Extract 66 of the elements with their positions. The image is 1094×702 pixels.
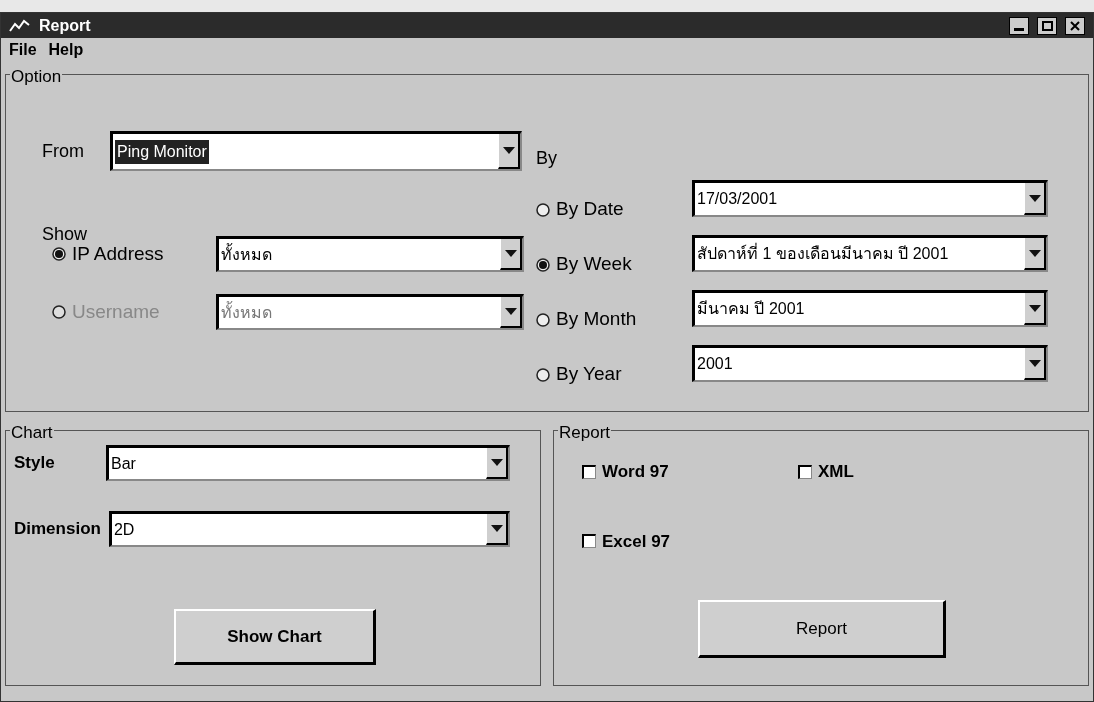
radio-button[interactable]: [536, 312, 550, 327]
close-icon: [1070, 20, 1080, 31]
caret-icon: [1028, 359, 1041, 367]
dropdown-field[interactable]: มีนาคม ปี 2001: [692, 290, 1048, 327]
dropdown-field[interactable]: Bar: [106, 445, 510, 481]
dropdown-field[interactable]: 2D: [108, 511, 510, 547]
close-button[interactable]: [1065, 16, 1085, 35]
radio-label[interactable]: By Year: [536, 338, 692, 389]
caret-icon: [1028, 249, 1041, 257]
radio-button[interactable]: [536, 367, 550, 382]
dropdown-field[interactable]: Ping Monitor: [110, 131, 522, 171]
dropdown-value: 2001: [697, 354, 733, 374]
caret-icon: [504, 250, 517, 257]
dropdown-field[interactable]: สัปดาห์ที่ 1 ของเดือนมีนาคม ปี 2001: [692, 235, 1048, 272]
radio-label[interactable]: By Date: [536, 173, 692, 224]
minimize-icon: [1014, 27, 1024, 31]
dropdown-button[interactable]: [1024, 348, 1046, 380]
dropdown-button[interactable]: [500, 297, 522, 328]
dropdown-value: Bar: [111, 453, 136, 474]
menu-item[interactable]: File: [9, 38, 37, 62]
checkbox[interactable]: [582, 464, 596, 479]
caret-icon: [502, 147, 515, 154]
from-label: From: [42, 139, 85, 163]
dropdown-field[interactable]: 17/03/2001: [692, 180, 1048, 217]
dropdown-value: ทั้งหมด: [221, 242, 272, 265]
dropdown-button[interactable]: [500, 239, 522, 270]
checkbox-label[interactable]: Excel 97: [582, 528, 798, 554]
checkbox-label[interactable]: XML: [798, 459, 998, 485]
dropdown-button[interactable]: [1024, 238, 1046, 270]
radio-label[interactable]: By Month: [536, 283, 692, 334]
dropdown-button[interactable]: [486, 514, 508, 545]
checkbox-label[interactable]: Word 97: [582, 459, 798, 485]
radio-label[interactable]: By Week: [536, 228, 692, 279]
dropdown-field[interactable]: ทั้งหมด: [216, 236, 524, 272]
field-label: Style: [14, 452, 56, 475]
window-title: Report: [39, 15, 91, 36]
caret-icon: [504, 308, 517, 315]
caret-icon: [1028, 194, 1041, 202]
caret-icon: [1028, 304, 1041, 312]
by-label: By: [536, 147, 558, 170]
chart-line-icon: [9, 18, 31, 33]
radio-button[interactable]: [536, 257, 550, 272]
dropdown-field[interactable]: 2001: [692, 345, 1048, 382]
maximize-icon: [1041, 20, 1053, 31]
dropdown-value: ทั้งหมด: [221, 300, 272, 323]
dropdown-value: Ping Monitor: [115, 139, 209, 164]
radio-button[interactable]: [536, 202, 550, 217]
dropdown-button[interactable]: [486, 448, 508, 479]
minimize-button[interactable]: [1009, 16, 1029, 35]
checkbox[interactable]: [798, 464, 812, 479]
dropdown-value: 2D: [113, 519, 135, 540]
dropdown-value: 17/03/2001: [697, 189, 778, 209]
dropdown-button[interactable]: [1024, 183, 1046, 215]
dropdown-value: มีนาคม ปี 2001: [697, 299, 805, 319]
dropdown-button[interactable]: [498, 134, 520, 169]
menu-item[interactable]: Help: [48, 38, 84, 62]
report-button[interactable]: Report: [698, 600, 946, 658]
caret-icon: [490, 525, 503, 532]
checkbox[interactable]: [582, 534, 596, 549]
field-label: Dimension: [14, 518, 101, 541]
caret-icon: [490, 459, 503, 466]
dropdown-value: สัปดาห์ที่ 1 ของเดือนมีนาคม ปี 2001: [697, 242, 949, 264]
maximize-button[interactable]: [1037, 16, 1057, 35]
show-chart-button[interactable]: Show Chart: [174, 609, 376, 665]
dropdown-button[interactable]: [1024, 293, 1046, 325]
radio-button[interactable]: [52, 247, 66, 261]
